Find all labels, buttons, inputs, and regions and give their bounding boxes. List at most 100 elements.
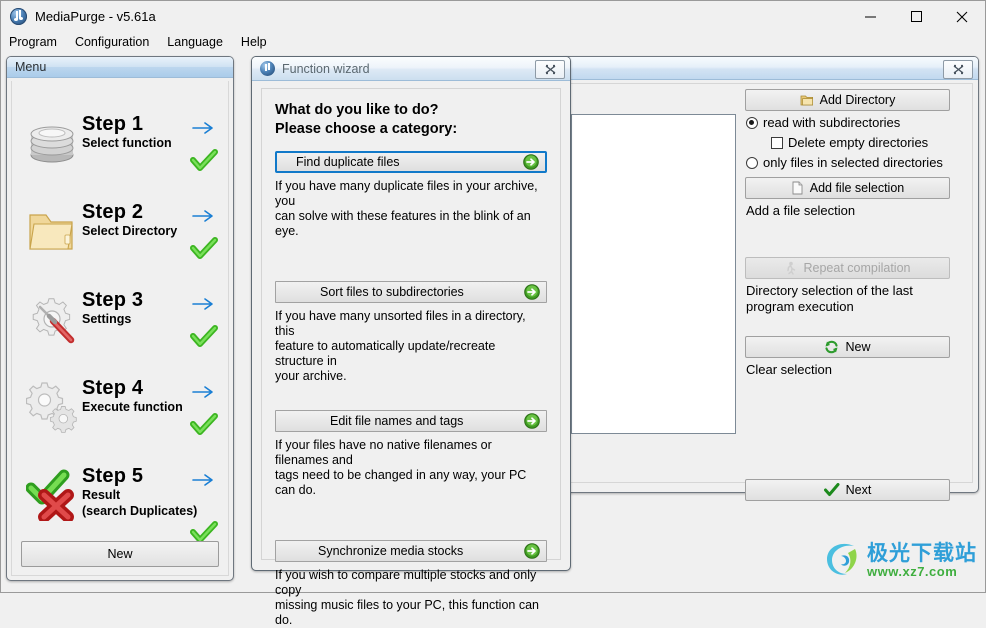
repeat-compilation-button: Repeat compilation — [745, 257, 950, 279]
spacer — [275, 384, 547, 410]
arrow-right-icon[interactable] — [192, 297, 214, 311]
step-1-subtitle: Select function — [82, 136, 172, 151]
maximize-icon[interactable] — [893, 1, 939, 32]
sidebar-item-step-1[interactable]: Step 1 Select function — [12, 111, 228, 193]
radio-only-selected[interactable] — [746, 157, 758, 169]
wizard-category-synchronize: Synchronize media stocks If you wish to … — [275, 540, 547, 628]
close-icon[interactable] — [535, 60, 565, 79]
find-duplicate-files-desc-1: If you have many duplicate files in your… — [275, 179, 547, 209]
step-3-title: Step 3 — [82, 289, 143, 311]
next-button[interactable]: Next — [745, 479, 950, 501]
walking-person-icon — [784, 261, 797, 275]
menu-item-help[interactable]: Help — [241, 33, 276, 51]
gears-icon — [26, 381, 78, 433]
repeat-compilation-label: Repeat compilation — [803, 261, 910, 275]
option-only-files-in-selected[interactable]: only files in selected directories — [746, 154, 950, 171]
close-icon[interactable] — [939, 1, 985, 32]
menu-item-program[interactable]: Program — [9, 33, 66, 51]
step-1-title: Step 1 — [82, 113, 172, 135]
file-icon — [791, 181, 804, 195]
mediapurge-icon — [260, 61, 275, 76]
add-file-selection-label: Add file selection — [810, 181, 905, 195]
application-window: MediaPurge - v5.61a Program Configuratio… — [0, 0, 986, 593]
option-read-subdirectories-label: read with subdirectories — [763, 114, 900, 131]
sort-files-desc-1: If you have many unsorted files in a dir… — [275, 309, 547, 339]
add-directory-button[interactable]: Add Directory — [745, 89, 950, 111]
step-4-subtitle: Execute function — [82, 400, 183, 415]
arrow-right-icon[interactable] — [192, 121, 214, 135]
step-4-title: Step 4 — [82, 377, 183, 399]
step-5-subtitle-2: (search Duplicates) — [82, 504, 197, 519]
title-bar: MediaPurge - v5.61a — [1, 1, 985, 32]
menu-panel: Menu Step 1 Select function — [6, 56, 234, 581]
wizard-title: Function wizard — [275, 62, 370, 76]
main-selection-window: Add Directory read with subdirectories D… — [561, 56, 979, 493]
wizard-question-line1: What do you like to do? — [275, 101, 547, 120]
minimize-icon[interactable] — [847, 1, 893, 32]
new-button-label: New — [845, 340, 870, 354]
find-duplicate-files-desc-2: can solve with these features in the bli… — [275, 209, 547, 239]
menu-item-configuration[interactable]: Configuration — [75, 33, 158, 51]
add-file-selection-hint: Add a file selection — [746, 203, 950, 219]
step-2-subtitle: Select Directory — [82, 224, 177, 239]
new-button-hint: Clear selection — [746, 362, 950, 378]
spacer — [275, 239, 547, 281]
main-window-body: Add Directory read with subdirectories D… — [567, 83, 973, 483]
synchronize-desc-2: missing music files to your PC, this fun… — [275, 598, 547, 628]
close-icon[interactable] — [943, 60, 973, 79]
watermark-logo-icon — [821, 539, 865, 581]
wizard-category-edit-names: Edit file names and tags If your files h… — [275, 410, 547, 498]
option-only-selected-label: only files in selected directories — [763, 154, 943, 171]
new-button[interactable]: New — [745, 336, 950, 358]
option-delete-empty-directories[interactable]: Delete empty directories — [771, 134, 950, 151]
checkbox-delete-empty[interactable] — [771, 137, 783, 149]
synchronize-media-stocks-button[interactable]: Synchronize media stocks — [275, 540, 547, 562]
wizard-caption: Function wizard — [252, 57, 570, 81]
checkmark-icon — [190, 325, 218, 347]
menu-new-button[interactable]: New — [21, 541, 219, 567]
arrow-right-icon[interactable] — [192, 473, 214, 487]
arrow-right-circle-icon — [523, 154, 539, 170]
sort-files-desc-3: your archive. — [275, 369, 547, 384]
find-duplicate-files-button[interactable]: Find duplicate files — [275, 151, 547, 173]
add-file-selection-button[interactable]: Add file selection — [745, 177, 950, 199]
option-delete-empty-label: Delete empty directories — [788, 134, 928, 151]
step-2-text: Step 2 Select Directory — [82, 201, 177, 239]
edit-file-names-desc-1: If your files have no native filenames o… — [275, 438, 547, 468]
step-2-title: Step 2 — [82, 201, 177, 223]
checkmark-icon — [190, 413, 218, 435]
edit-file-names-desc-2: tags need to be changed in any way, your… — [275, 468, 547, 498]
checkmark-icon — [190, 521, 218, 543]
menu-panel-caption: Menu — [7, 57, 233, 78]
arrow-right-icon[interactable] — [192, 385, 214, 399]
menu-panel-title: Menu — [7, 60, 46, 74]
sidebar-item-step-2[interactable]: Step 2 Select Directory — [12, 199, 228, 281]
step-3-subtitle: Settings — [82, 312, 143, 327]
menu-item-language[interactable]: Language — [167, 33, 232, 51]
directory-listbox[interactable] — [571, 114, 736, 434]
step-4-text: Step 4 Execute function — [82, 377, 183, 415]
repeat-compilation-hint-line2: program execution — [746, 299, 950, 315]
radio-read-subdirectories[interactable] — [746, 117, 758, 129]
edit-file-names-and-tags-button[interactable]: Edit file names and tags — [275, 410, 547, 432]
sidebar-item-step-3[interactable]: Step 3 Settings — [12, 287, 228, 369]
database-icon — [26, 117, 78, 169]
wizard-category-sort-files: Sort files to subdirectories If you have… — [275, 281, 547, 384]
sort-files-desc-2: feature to automatically update/recreate… — [275, 339, 547, 369]
find-duplicate-files-label: Find duplicate files — [296, 155, 400, 169]
option-read-with-subdirectories[interactable]: read with subdirectories — [746, 114, 950, 131]
arrow-right-icon[interactable] — [192, 209, 214, 223]
gear-screwdriver-icon — [26, 293, 78, 345]
wizard-body: What do you like to do? Please choose a … — [261, 88, 561, 560]
next-button-label: Next — [846, 483, 872, 497]
watermark-site-name: 极光下载站 — [867, 542, 977, 564]
refresh-icon — [824, 340, 839, 354]
check-cross-icon — [26, 469, 78, 521]
wizard-category-find-duplicates: Find duplicate files If you have many du… — [275, 151, 547, 239]
sort-files-to-subdirectories-button[interactable]: Sort files to subdirectories — [275, 281, 547, 303]
folder-icon — [26, 205, 78, 257]
watermark-text: 极光下载站 www.xz7.com — [867, 542, 977, 579]
folder-icon — [800, 93, 814, 107]
function-wizard-dialog: Function wizard What do you like to do? … — [251, 56, 571, 571]
sidebar-item-step-4[interactable]: Step 4 Execute function — [12, 375, 228, 457]
